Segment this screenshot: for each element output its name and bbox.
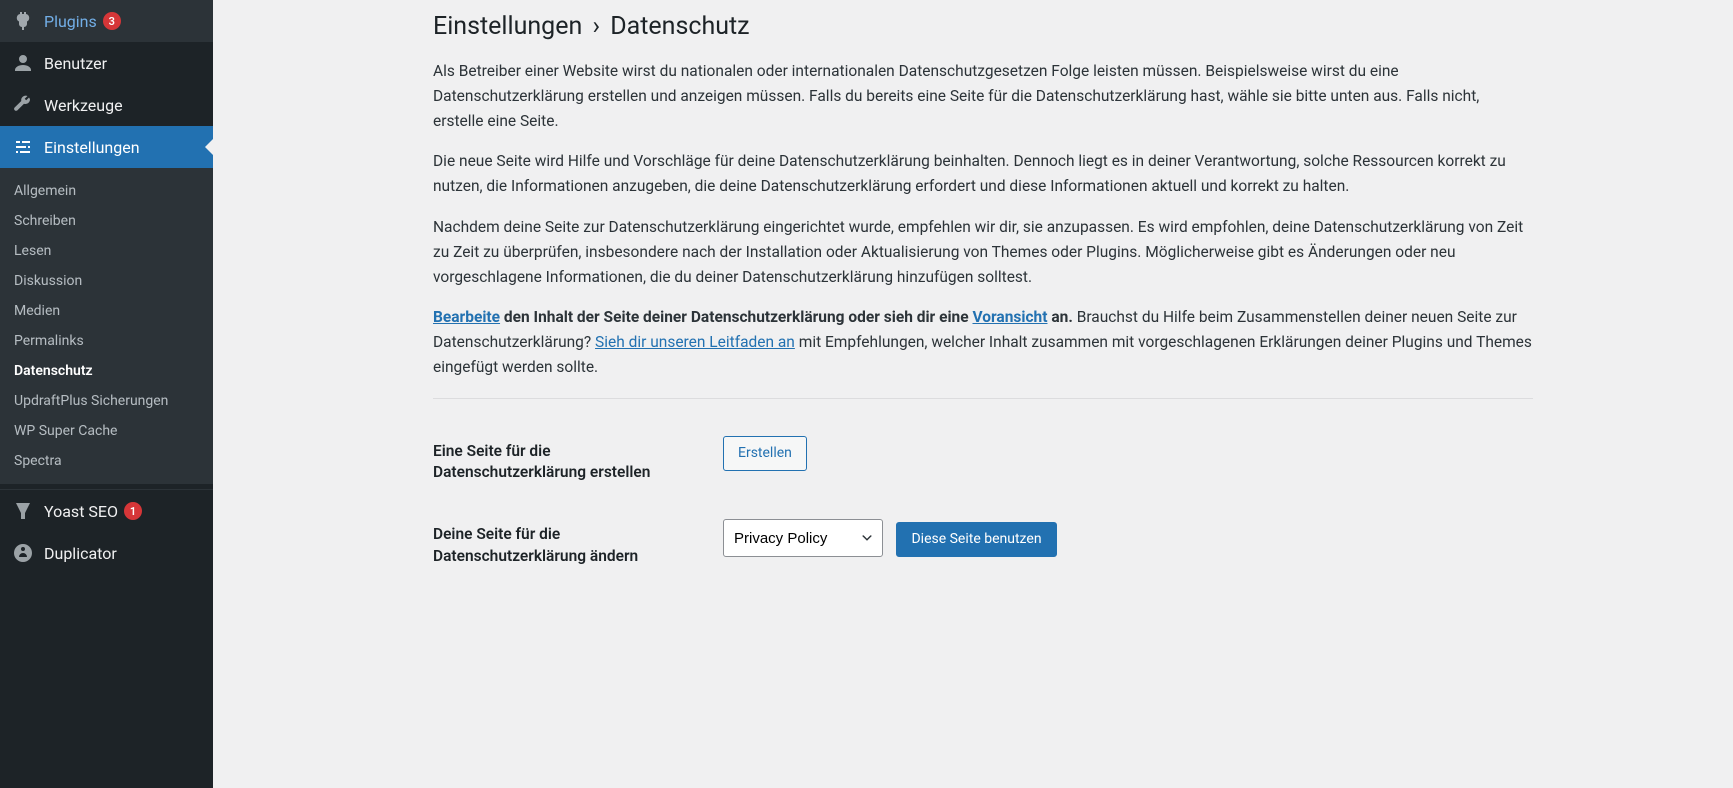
submenu-permalinks[interactable]: Permalinks <box>0 326 213 356</box>
update-badge: 3 <box>103 12 121 30</box>
guide-link[interactable]: Sieh dir unseren Leitfaden an <box>595 333 795 351</box>
privacy-settings-table: Eine Seite für die Datenschutzerklärung … <box>433 421 1533 588</box>
preview-page-link[interactable]: Voransicht <box>972 308 1047 326</box>
privacy-page-select[interactable]: Privacy Policy <box>723 519 883 557</box>
intro-paragraph-1: Als Betreiber einer Website wirst du nat… <box>433 59 1533 133</box>
use-page-button[interactable]: Diese Seite benutzen <box>896 522 1056 557</box>
edit-page-link[interactable]: Bearbeite <box>433 308 500 326</box>
sidebar-item-label: Einstellungen <box>44 138 140 157</box>
p4-mid1: den Inhalt der Seite deiner Datenschutze… <box>500 308 972 326</box>
sidebar-item-label: Yoast SEO <box>44 502 118 521</box>
intro-paragraph-2: Die neue Seite wird Hilfe und Vorschläge… <box>433 149 1533 199</box>
submenu-reading[interactable]: Lesen <box>0 236 213 266</box>
sidebar-item-tools[interactable]: Werkzeuge <box>0 84 213 126</box>
submenu-general[interactable]: Allgemein <box>0 176 213 206</box>
breadcrumb-separator: › <box>592 12 600 41</box>
sidebar-item-label: Benutzer <box>44 54 107 73</box>
submenu-spectra[interactable]: Spectra <box>0 446 213 476</box>
submenu-discussion[interactable]: Diskussion <box>0 266 213 296</box>
content-area: Einstellungen › Datenschutz Als Betreibe… <box>213 0 1733 788</box>
sidebar-item-yoast[interactable]: Yoast SEO 1 <box>0 490 213 532</box>
breadcrumb-parent: Einstellungen <box>433 12 582 41</box>
sidebar-item-users[interactable]: Benutzer <box>0 42 213 84</box>
page-title: Einstellungen › Datenschutz <box>433 12 1533 41</box>
plug-icon <box>12 10 34 32</box>
intro-paragraph-4: Bearbeite den Inhalt der Seite deiner Da… <box>433 305 1533 379</box>
create-page-label: Eine Seite für die Datenschutzerklärung … <box>433 421 713 504</box>
settings-submenu: Allgemein Schreiben Lesen Diskussion Med… <box>0 168 213 484</box>
sidebar-item-duplicator[interactable]: Duplicator <box>0 532 213 574</box>
breadcrumb-current: Datenschutz <box>610 12 749 41</box>
update-badge: 1 <box>124 502 142 520</box>
sidebar-item-settings[interactable]: Einstellungen <box>0 126 213 168</box>
sidebar-item-label: Duplicator <box>44 544 117 563</box>
wrench-icon <box>12 94 34 116</box>
submenu-updraft[interactable]: UpdraftPlus Sicherungen <box>0 386 213 416</box>
yoast-icon <box>12 500 34 522</box>
sidebar-item-plugins[interactable]: Plugins 3 <box>0 0 213 42</box>
user-icon <box>12 52 34 74</box>
sidebar-item-label: Plugins <box>44 12 97 31</box>
submenu-wpsc[interactable]: WP Super Cache <box>0 416 213 446</box>
submenu-media[interactable]: Medien <box>0 296 213 326</box>
intro-paragraph-3: Nachdem deine Seite zur Datenschutzerklä… <box>433 215 1533 289</box>
sliders-icon <box>12 136 34 158</box>
create-page-button[interactable]: Erstellen <box>723 436 807 471</box>
duplicator-icon <box>12 542 34 564</box>
change-page-label: Deine Seite für die Datenschutzerklärung… <box>433 504 713 587</box>
p4-mid2: an. <box>1048 308 1073 326</box>
submenu-writing[interactable]: Schreiben <box>0 206 213 236</box>
admin-sidebar: Plugins 3 Benutzer Werkzeuge Einstellung… <box>0 0 213 788</box>
submenu-privacy[interactable]: Datenschutz <box>0 356 213 386</box>
divider <box>433 398 1533 399</box>
sidebar-item-label: Werkzeuge <box>44 96 123 115</box>
